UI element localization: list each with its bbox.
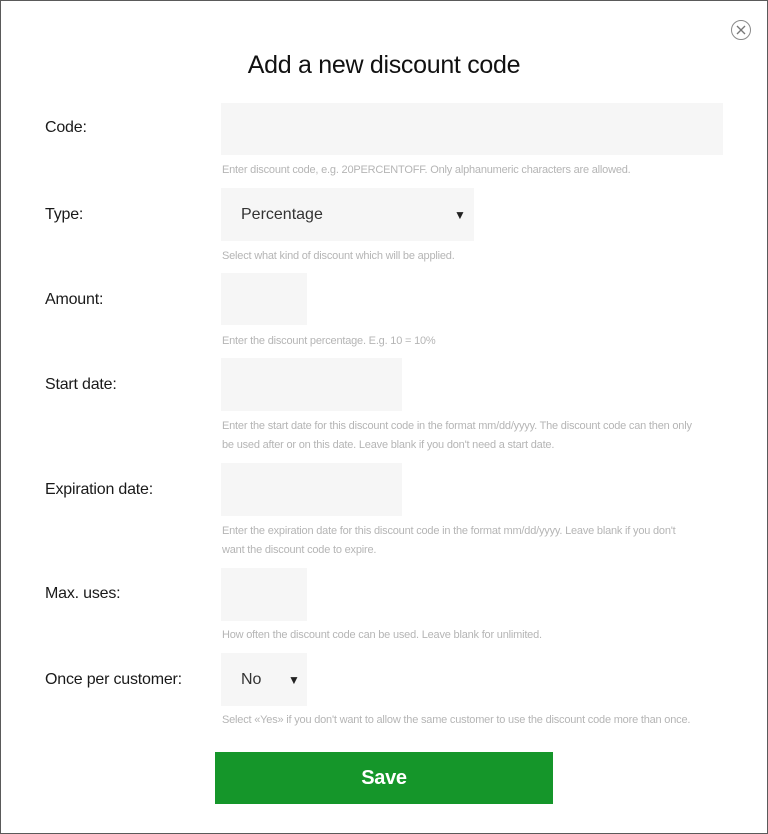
- code-input[interactable]: [221, 103, 723, 155]
- expiration-date-label: Expiration date:: [45, 481, 153, 498]
- amount-input[interactable]: [221, 273, 307, 325]
- max-uses-hint: How often the discount code can be used.…: [222, 629, 542, 641]
- amount-hint: Enter the discount percentage. E.g. 10 =…: [222, 335, 436, 347]
- start-date-hint-line1: Enter the start date for this discount c…: [222, 420, 692, 432]
- close-icon: [736, 25, 746, 35]
- once-per-customer-value: No: [241, 670, 262, 688]
- code-label: Code:: [45, 119, 87, 136]
- max-uses-label: Max. uses:: [45, 585, 121, 602]
- type-select[interactable]: Percentage ▼: [221, 188, 474, 241]
- start-date-input[interactable]: [221, 358, 402, 411]
- expiration-date-hint-line2: want the discount code to expire.: [222, 544, 377, 556]
- code-hint: Enter discount code, e.g. 20PERCENTOFF. …: [222, 164, 631, 176]
- max-uses-input[interactable]: [221, 568, 307, 621]
- type-hint: Select what kind of discount which will …: [222, 250, 455, 262]
- dialog-title: Add a new discount code: [247, 51, 521, 79]
- start-date-hint-line2: be used after or on this date. Leave bla…: [222, 439, 555, 451]
- dropdown-arrow-icon: ▼: [288, 672, 300, 687]
- once-per-customer-select[interactable]: No ▼: [221, 653, 307, 706]
- type-select-value: Percentage: [241, 205, 323, 223]
- dropdown-arrow-icon: ▼: [454, 207, 466, 222]
- expiration-date-input[interactable]: [221, 463, 402, 516]
- save-button[interactable]: Save: [215, 752, 553, 804]
- once-per-customer-label: Once per customer:: [45, 671, 182, 688]
- amount-label: Amount:: [45, 291, 104, 308]
- once-per-customer-hint: Select «Yes» if you don't want to allow …: [222, 714, 691, 726]
- expiration-date-hint-line1: Enter the expiration date for this disco…: [222, 525, 676, 537]
- close-button[interactable]: [731, 20, 751, 40]
- type-label: Type:: [45, 206, 84, 223]
- start-date-label: Start date:: [45, 376, 117, 393]
- discount-code-dialog: Add a new discount code Code: Enter disc…: [0, 0, 768, 834]
